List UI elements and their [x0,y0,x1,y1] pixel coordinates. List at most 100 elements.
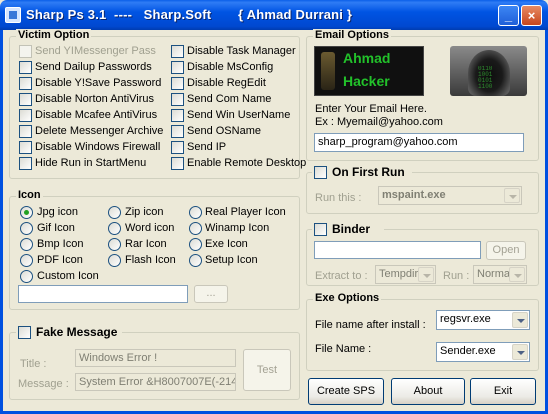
logo-line2: Hacker [343,73,390,89]
extract-to-label: Extract to : [315,270,368,282]
icon-option-label: Setup Icon [205,254,258,266]
icon-path-input[interactable] [18,285,188,303]
victim-option-label: Send Win UserName [187,109,291,121]
victim-option-label: Disable Mcafee AntiVirus [35,109,158,121]
victim-option-checkbox[interactable] [19,109,32,122]
victim-option-checkbox[interactable] [19,61,32,74]
victim-option-label: Disable Y!Save Password [35,77,162,89]
victim-option-checkbox[interactable] [19,77,32,90]
victim-option-checkbox[interactable] [19,125,32,138]
icon-radio[interactable] [20,206,33,219]
icon-radio[interactable] [20,222,33,235]
icon-radio[interactable] [189,238,202,251]
icon-option-label: Real Player Icon [205,206,286,218]
run-this-combo[interactable]: mspaint.exe [378,186,522,205]
run-this-dropdown-icon[interactable] [504,188,520,203]
icon-radio[interactable] [20,270,33,283]
install-name-label: File name after install : [315,319,426,331]
victim-option-checkbox[interactable] [19,157,32,170]
minimize-button[interactable]: _ [498,5,519,26]
victim-option-label: Disable MsConfig [187,61,274,73]
icon-group-title: Icon [16,189,43,201]
email-options-title: Email Options [313,29,391,41]
binder-title: Binder [332,222,371,236]
run-this-label: Run this : [315,192,362,204]
test-button[interactable]: Test [243,349,291,391]
extract-to-dropdown-icon[interactable] [418,267,434,282]
victim-option-checkbox[interactable] [19,141,32,154]
binder-open-button[interactable]: Open [486,241,526,260]
binder-path-input[interactable] [314,241,481,259]
fake-message-input[interactable]: System Error &H8007007E(-2147 [75,373,236,391]
victim-option-checkbox[interactable] [171,109,184,122]
victim-option-label: Send YIMessenger Pass [35,45,156,57]
icon-radio[interactable] [108,238,121,251]
app-icon[interactable] [5,7,21,23]
binary-face-image: 0110 1001 0101 1100 [478,66,493,88]
victim-option-label: Enable Remote Desktop [187,157,307,169]
fake-title-input[interactable]: Windows Error ! [75,349,236,367]
first-run-title: On First Run [332,165,405,179]
about-button[interactable]: About [391,378,465,405]
victim-option-checkbox[interactable] [171,93,184,106]
victim-option-checkbox[interactable] [171,157,184,170]
install-name-combo[interactable]: regsvr.exe [436,310,530,330]
close-button[interactable]: × [521,5,542,26]
create-sps-button[interactable]: Create SPS [308,378,384,405]
victim-option-checkbox[interactable] [19,45,32,58]
email-example: Ex : Myemail@yahoo.com [315,116,443,128]
extract-to-value: Tempdir [379,268,419,280]
victim-option-label: Send OSName [187,125,261,137]
victim-option-checkbox[interactable] [171,45,184,58]
fake-title-label: Title : [20,358,47,370]
first-run-checkbox[interactable] [314,166,327,179]
victim-option-checkbox[interactable] [171,125,184,138]
exit-button[interactable]: Exit [470,378,536,405]
file-name-dropdown-icon[interactable] [512,344,528,360]
victim-option-label: Send Com Name [187,93,272,105]
logo-line1: Ahmad [343,50,391,66]
victim-option-checkbox[interactable] [171,77,184,90]
binder-run-combo[interactable]: Normal [473,265,527,284]
install-name-dropdown-icon[interactable] [512,312,528,328]
install-name-value: regsvr.exe [440,313,491,325]
victim-option-label: Disable Windows Firewall [35,141,161,153]
victim-option-checkbox[interactable] [19,93,32,106]
victim-option-label: Send IP [187,141,227,153]
victim-option-label: Disable Task Manager [187,45,296,57]
icon-option-label: Custom Icon [37,270,99,282]
icon-radio[interactable] [108,206,121,219]
binder-run-dropdown-icon[interactable] [509,267,525,282]
icon-option-label: Flash Icon [125,254,176,266]
fake-message-title: Fake Message [36,325,118,339]
title-bar[interactable]: Sharp Ps 3.1 ---- Sharp.Soft { Ahmad Dur… [0,0,548,30]
binder-checkbox[interactable] [314,223,327,236]
email-instruction: Enter Your Email Here. [315,103,427,115]
icon-option-label: Bmp Icon [37,238,84,250]
victim-option-label: Hide Run in StartMenu [35,157,147,169]
fake-message-label: Message : [18,378,69,390]
victim-option-label: Disable RegEdit [187,77,266,89]
victim-option-label: Delete Messenger Archive [35,125,164,137]
victim-option-checkbox[interactable] [171,61,184,74]
binder-header: Binder [312,222,384,238]
victim-option-label: Send Dailup Passwords [35,61,152,73]
fake-message-checkbox[interactable] [18,326,31,339]
run-this-value: mspaint.exe [382,189,446,201]
icon-radio[interactable] [20,238,33,251]
icon-radio[interactable] [20,254,33,267]
icon-browse-button[interactable]: ... [194,285,228,303]
file-name-combo[interactable]: Sender.exe [436,342,530,362]
exe-options-title: Exe Options [313,292,382,304]
icon-radio[interactable] [108,254,121,267]
victim-option-checkbox[interactable] [171,141,184,154]
icon-radio[interactable] [189,206,202,219]
fake-message-header: Fake Message [16,325,122,341]
email-input[interactable]: sharp_program@yahoo.com [314,133,524,152]
icon-option-label: Word icon [125,222,175,234]
extract-to-combo[interactable]: Tempdir [375,265,436,284]
icon-radio[interactable] [108,222,121,235]
icon-radio[interactable] [189,222,202,235]
icon-radio[interactable] [189,254,202,267]
window-title: Sharp Ps 3.1 ---- Sharp.Soft { Ahmad Dur… [26,7,353,22]
